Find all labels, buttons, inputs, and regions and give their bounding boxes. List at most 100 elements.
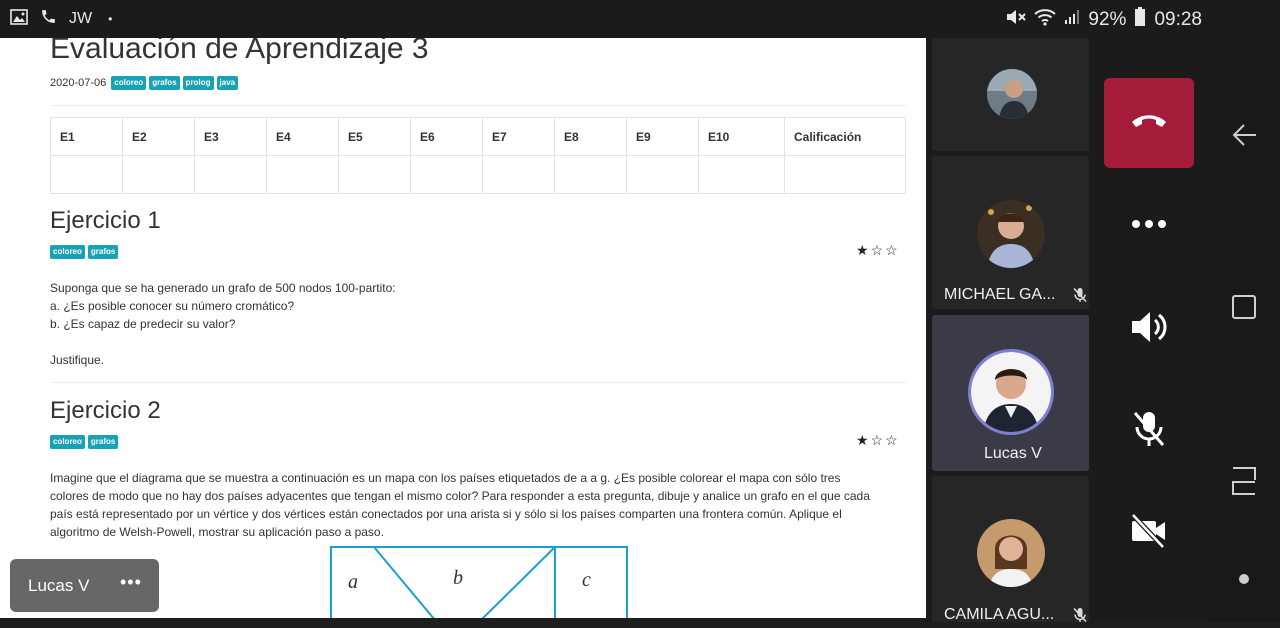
table-cell: [266, 155, 339, 194]
page-title: Evaluación de Aprendizaje 3: [50, 38, 429, 65]
home-dot-icon: [1238, 572, 1250, 590]
text-line: b. ¿Es capaz de predecir su valor?: [50, 317, 236, 331]
text-line: Suponga que se ha generado un grafo de 5…: [50, 281, 396, 295]
diagram-label: b: [453, 567, 463, 589]
document-date: 2020-07-06: [50, 77, 107, 89]
more-options-icon: [1131, 216, 1167, 234]
speaker-icon: [1130, 310, 1168, 349]
overview-button[interactable]: [1225, 290, 1263, 328]
mic-off-icon: [1072, 287, 1088, 303]
battery-icon: [1134, 7, 1146, 33]
participant-tile[interactable]: MICHAEL GA...: [932, 156, 1089, 309]
text-line: a. ¿Es posible conocer su número cromáti…: [50, 299, 295, 313]
column-header: E9: [626, 117, 699, 156]
tag[interactable]: grafos: [87, 435, 119, 449]
exercise-1-statement: Suponga que se ha generado un grafo de 5…: [50, 279, 906, 369]
table-cell: [338, 155, 411, 194]
hang-up-button[interactable]: [1104, 78, 1194, 168]
table-cell: [482, 155, 555, 194]
participant-name: CAMILA AGU...: [944, 606, 1055, 623]
gallery-icon: [10, 8, 28, 30]
text-line: país está representado por un vértice y …: [50, 507, 842, 521]
participant-tile[interactable]: [932, 38, 1089, 151]
battery-percent: 92%: [1088, 9, 1127, 30]
table-row: [50, 155, 906, 194]
grades-table: E1 E2 E3 E4 E5 E6 E7 E8 E9 E10 Calificac…: [50, 117, 906, 194]
tag[interactable]: grafos: [87, 245, 119, 259]
camera-toggle[interactable]: [1104, 488, 1194, 578]
participant-name: Lucas V: [984, 445, 1042, 462]
star-filled-icon: ★: [856, 242, 869, 258]
column-header: E6: [410, 117, 483, 156]
status-bar: JW • 92% 09:28: [0, 0, 1280, 38]
tag[interactable]: grafos: [149, 76, 180, 90]
table-cell: [698, 155, 785, 194]
star-filled-icon: ★: [856, 432, 869, 448]
text-line: algoritmo de Welsh-Powell, mostrar su ap…: [50, 525, 384, 539]
mic-off-icon: [1132, 410, 1166, 453]
shared-screen: Evaluación de Aprendizaje 3 2020-07-06 c…: [0, 38, 926, 618]
self-view-chip[interactable]: Lucas V •••: [10, 559, 159, 612]
divider: [50, 105, 906, 106]
text-line: Imagine que el diagrama que se muestra a…: [50, 471, 841, 485]
video-off-icon: [1129, 512, 1169, 554]
tag[interactable]: coloreo: [111, 76, 147, 90]
star-empty-icon: ☆: [885, 242, 898, 258]
document-meta: 2020-07-06 coloreo grafos prolog java: [50, 76, 239, 90]
participant-tile-active[interactable]: Lucas V: [932, 315, 1089, 471]
table-cell: [194, 155, 267, 194]
star-empty-icon: ☆: [885, 432, 898, 448]
exercise-2-tags: coloreo grafos: [50, 435, 119, 449]
column-header: Calificación: [784, 117, 906, 156]
diagram-label: a: [348, 571, 358, 593]
diagram-label: c: [582, 569, 591, 591]
speaker-button[interactable]: [1104, 284, 1194, 374]
more-options-button[interactable]: [1104, 180, 1194, 270]
microphone-toggle[interactable]: [1104, 386, 1194, 476]
participant-tile[interactable]: CAMILA AGU...: [932, 476, 1089, 623]
participant-name: MICHAEL GA...: [944, 286, 1056, 303]
back-button[interactable]: [1225, 118, 1263, 156]
recents-button[interactable]: [1225, 464, 1263, 502]
carrier-initials: JW: [69, 10, 93, 27]
wifi-icon: [1034, 8, 1057, 32]
difficulty-rating: ★ ☆ ☆: [856, 242, 898, 259]
avatar: [968, 349, 1054, 435]
tag[interactable]: coloreo: [50, 435, 85, 449]
column-header: E8: [554, 117, 627, 156]
avatar: [987, 69, 1037, 119]
exercise-2-statement: Imagine que el diagrama que se muestra a…: [50, 469, 906, 541]
table-cell: [626, 155, 699, 194]
phone-icon: [40, 8, 57, 30]
divider: [50, 382, 906, 383]
table-cell: [122, 155, 195, 194]
more-icon[interactable]: •••: [120, 572, 142, 593]
table-cell: [410, 155, 483, 194]
exercise-1-title: Ejercicio 1: [50, 207, 161, 234]
exercise-1-tags: coloreo grafos: [50, 245, 119, 259]
signal-icon: [1064, 9, 1080, 31]
column-header: E5: [338, 117, 411, 156]
hangup-icon: [1130, 111, 1168, 136]
table-header-row: E1 E2 E3 E4 E5 E6 E7 E8 E9 E10 Calificac…: [50, 117, 906, 156]
notification-dot: •: [108, 12, 113, 26]
tag[interactable]: prolog: [182, 76, 214, 90]
navigation-dot[interactable]: [1225, 562, 1263, 600]
table-cell: [554, 155, 627, 194]
participants-panel: MICHAEL GA... Lucas V CAMILA AGU...: [926, 38, 1207, 623]
self-name: Lucas V: [28, 576, 90, 595]
difficulty-rating: ★ ☆ ☆: [856, 432, 898, 449]
tag[interactable]: java: [216, 76, 239, 90]
table-cell: [50, 155, 123, 194]
text-line: [50, 333, 906, 351]
tag[interactable]: coloreo: [50, 245, 85, 259]
avatar: [977, 200, 1045, 268]
text-line: Justifique.: [50, 353, 105, 367]
map-diagram: a b c: [330, 546, 628, 618]
avatar: [977, 519, 1045, 587]
column-header: E2: [122, 117, 195, 156]
table-cell: [784, 155, 906, 194]
android-navigation-bar: [1207, 38, 1280, 622]
column-header: E4: [266, 117, 339, 156]
split-screen-icon: [1231, 466, 1257, 501]
